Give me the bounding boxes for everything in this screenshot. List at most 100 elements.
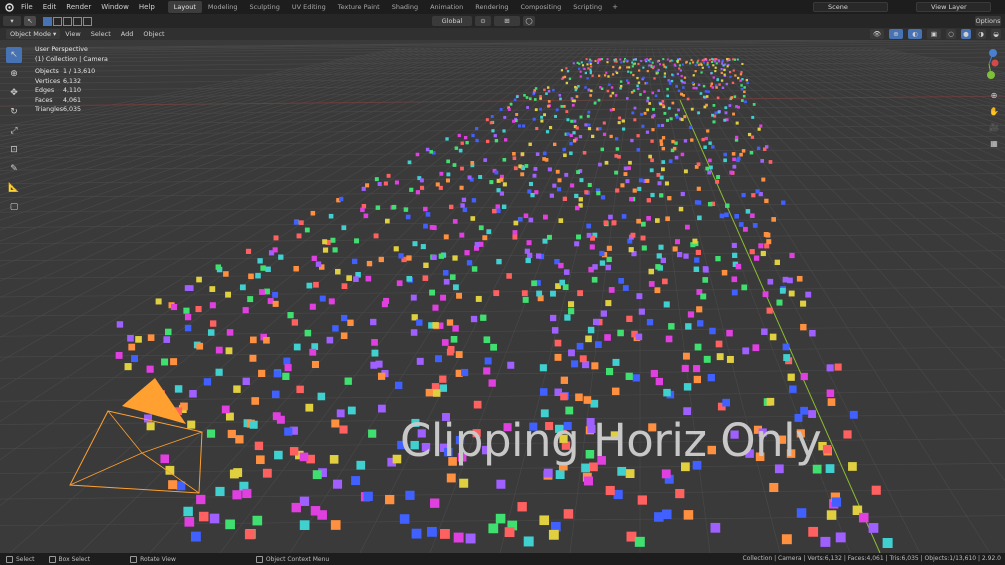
cube-object[interactable] xyxy=(521,290,528,297)
cube-object[interactable] xyxy=(296,385,304,394)
cube-object[interactable] xyxy=(697,320,704,327)
cube-object[interactable] xyxy=(499,177,504,182)
cube-object[interactable] xyxy=(496,258,502,265)
cube-object[interactable] xyxy=(800,323,807,331)
cube-object[interactable] xyxy=(560,376,569,384)
cube-object[interactable] xyxy=(708,158,712,163)
select-mode-extend-icon[interactable] xyxy=(53,16,62,26)
cube-object[interactable] xyxy=(617,466,627,476)
cube-object[interactable] xyxy=(575,95,579,98)
cube-object[interactable] xyxy=(575,393,583,402)
cube-object[interactable] xyxy=(728,104,732,107)
cube-object[interactable] xyxy=(743,86,746,89)
cube-object[interactable] xyxy=(558,93,562,97)
cube-object[interactable] xyxy=(383,297,390,304)
cube-object[interactable] xyxy=(732,58,735,61)
cube-object[interactable] xyxy=(225,412,234,421)
cube-object[interactable] xyxy=(615,60,618,63)
cube-object[interactable] xyxy=(715,179,720,184)
cube-object[interactable] xyxy=(456,292,462,299)
cube-object[interactable] xyxy=(615,188,620,193)
cube-object[interactable] xyxy=(440,294,447,301)
cube-object[interactable] xyxy=(262,468,272,478)
cube-object[interactable] xyxy=(470,315,478,323)
cube-object[interactable] xyxy=(598,127,602,131)
cube-object[interactable] xyxy=(707,170,712,175)
cube-object[interactable] xyxy=(366,260,373,267)
material-shading-icon[interactable]: ◑ xyxy=(976,29,986,39)
cube-object[interactable] xyxy=(661,469,671,479)
cube-object[interactable] xyxy=(589,68,592,71)
cube-object[interactable] xyxy=(502,129,506,133)
cube-object[interactable] xyxy=(704,58,707,61)
cube-object[interactable] xyxy=(443,278,450,285)
cube-object[interactable] xyxy=(587,127,592,131)
cube-object[interactable] xyxy=(605,300,612,307)
cube-object[interactable] xyxy=(612,358,620,366)
cube-object[interactable] xyxy=(540,115,544,119)
cube-object[interactable] xyxy=(459,185,464,190)
cube-object[interactable] xyxy=(659,142,664,147)
cube-object[interactable] xyxy=(674,239,680,245)
cube-object[interactable] xyxy=(640,112,644,116)
cube-object[interactable] xyxy=(767,278,774,285)
cube-object[interactable] xyxy=(480,314,487,321)
cube-object[interactable] xyxy=(346,275,352,281)
cube-object[interactable] xyxy=(507,361,515,369)
cube-object[interactable] xyxy=(710,82,713,85)
cube-object[interactable] xyxy=(496,208,501,214)
cube-object[interactable] xyxy=(640,221,646,227)
cube-object[interactable] xyxy=(562,147,566,152)
cube-object[interactable] xyxy=(632,58,635,61)
cube-object[interactable] xyxy=(276,415,285,424)
cube-object[interactable] xyxy=(249,354,257,362)
cube-object[interactable] xyxy=(758,243,764,249)
cube-object[interactable] xyxy=(759,124,763,128)
zoom-icon[interactable]: ⊕ xyxy=(987,88,1001,102)
cube-object[interactable] xyxy=(242,488,252,499)
cube-object[interactable] xyxy=(655,377,664,386)
cube-object[interactable] xyxy=(741,149,746,153)
cube-object[interactable] xyxy=(425,388,434,397)
cube-object[interactable] xyxy=(676,72,680,76)
cube-object[interactable] xyxy=(757,127,761,131)
cube-object[interactable] xyxy=(835,532,846,543)
rotate-tool-icon[interactable]: ↻ xyxy=(6,104,22,120)
cube-object[interactable] xyxy=(653,77,656,80)
cube-object[interactable] xyxy=(340,314,348,322)
cube-object[interactable] xyxy=(599,260,606,266)
cube-object[interactable] xyxy=(527,252,533,259)
select-box-tool-icon[interactable]: ↖ xyxy=(6,47,22,63)
cube-object[interactable] xyxy=(684,224,690,230)
cube-object[interactable] xyxy=(574,241,580,247)
menu-help[interactable]: Help xyxy=(134,0,160,14)
cube-object[interactable] xyxy=(577,85,580,88)
cube-object[interactable] xyxy=(365,275,372,282)
cube-object[interactable] xyxy=(779,287,786,294)
cube-object[interactable] xyxy=(710,522,721,533)
cube-object[interactable] xyxy=(419,185,425,190)
cube-object[interactable] xyxy=(668,159,673,163)
cube-object[interactable] xyxy=(605,71,608,74)
cube-object[interactable] xyxy=(394,180,399,185)
cube-object[interactable] xyxy=(539,388,548,396)
add-workspace-button[interactable]: + xyxy=(608,3,622,11)
cube-object[interactable] xyxy=(826,510,837,520)
cube-object[interactable] xyxy=(525,96,529,99)
cube-object[interactable] xyxy=(187,420,196,429)
cube-object[interactable] xyxy=(547,104,550,108)
select-mode-intersect-icon[interactable] xyxy=(83,16,92,26)
cube-object[interactable] xyxy=(789,385,797,393)
cube-object[interactable] xyxy=(669,117,673,121)
cube-object[interactable] xyxy=(244,529,255,540)
cube-object[interactable] xyxy=(582,150,587,155)
cube-object[interactable] xyxy=(503,115,507,119)
cube-object[interactable] xyxy=(723,152,727,157)
cube-object[interactable] xyxy=(578,135,583,139)
cube-object[interactable] xyxy=(419,178,424,183)
cube-object[interactable] xyxy=(634,58,637,61)
cube-object[interactable] xyxy=(532,117,536,121)
cube-object[interactable] xyxy=(422,275,429,281)
cube-object[interactable] xyxy=(258,369,266,378)
cube-object[interactable] xyxy=(544,157,549,162)
